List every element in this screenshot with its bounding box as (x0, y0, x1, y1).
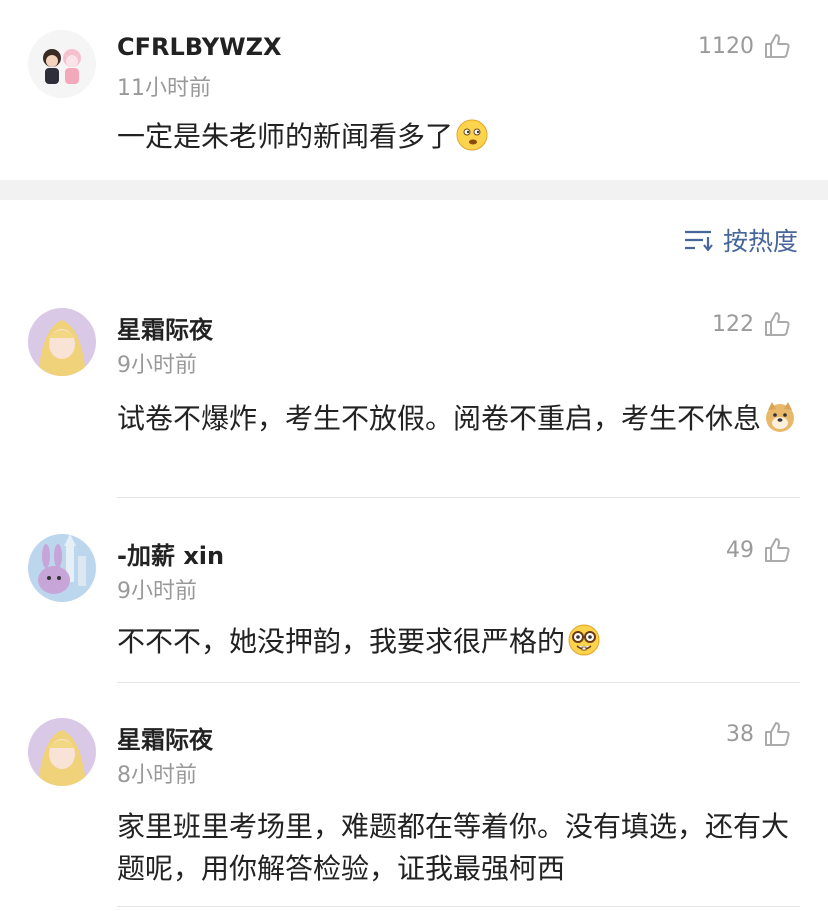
like-button[interactable]: 1120 (698, 31, 792, 61)
thumbs-up-icon (765, 312, 790, 336)
divider (117, 497, 800, 498)
thumbs-up-icon (765, 538, 790, 562)
like-button[interactable]: 122 (712, 309, 792, 339)
divider (117, 682, 800, 683)
thumbs-up-icon (765, 722, 790, 746)
comment-body: 试卷不爆炸，考生不放假。阅卷不重启，考生不休息 (117, 402, 762, 435)
username[interactable]: 星霜际夜 (117, 310, 213, 345)
timestamp: 9小时前 (117, 579, 197, 604)
like-count: 122 (712, 311, 754, 337)
doge-emoji (766, 402, 795, 432)
comment-body: 家里班里考场里，难题都在等着你。没有填选，还有大题呢，用你解答检验，证我最强柯西 (117, 810, 790, 885)
avatar[interactable] (28, 308, 96, 376)
username[interactable]: -加薪 xin (117, 536, 224, 571)
like-button[interactable]: 38 (726, 719, 792, 749)
like-button[interactable]: 49 (726, 535, 792, 565)
avatar[interactable] (28, 534, 96, 602)
top-comment: CFRLBYWZX 11小时前 1120 一定是朱老师的新闻看多了 (0, 0, 828, 180)
username[interactable]: CFRLBYWZX (117, 33, 282, 61)
timestamp: 8小时前 (117, 763, 197, 788)
like-count: 38 (726, 721, 754, 747)
like-count: 49 (726, 537, 754, 563)
comment-text: 一定是朱老师的新闻看多了 (117, 116, 797, 158)
sort-by-hot-button[interactable]: 按热度 (683, 222, 798, 258)
timestamp: 9小时前 (117, 353, 197, 378)
like-count: 1120 (698, 33, 754, 59)
comment-body: 不不不，她没押韵，我要求很严格的 (117, 625, 566, 658)
comment-text: 试卷不爆炸，考生不放假。阅卷不重启，考生不休息 (117, 398, 797, 440)
username[interactable]: 星霜际夜 (117, 720, 213, 755)
comment-text: 家里班里考场里，难题都在等着你。没有填选，还有大题呢，用你解答检验，证我最强柯西 (117, 806, 797, 890)
comment-text: 不不不，她没押韵，我要求很严格的 (117, 621, 797, 663)
thinking-face-emoji (456, 119, 488, 151)
sort-lines-icon (684, 230, 713, 251)
timestamp: 11小时前 (117, 76, 211, 101)
comment-body: 一定是朱老师的新闻看多了 (117, 120, 454, 153)
section-separator (0, 180, 828, 200)
thumbs-up-icon (765, 34, 790, 58)
avatar[interactable] (28, 30, 96, 98)
divider (117, 906, 800, 907)
avatar[interactable] (28, 718, 96, 786)
nerd-face-emoji (568, 624, 600, 656)
sort-label: 按热度 (722, 227, 798, 256)
